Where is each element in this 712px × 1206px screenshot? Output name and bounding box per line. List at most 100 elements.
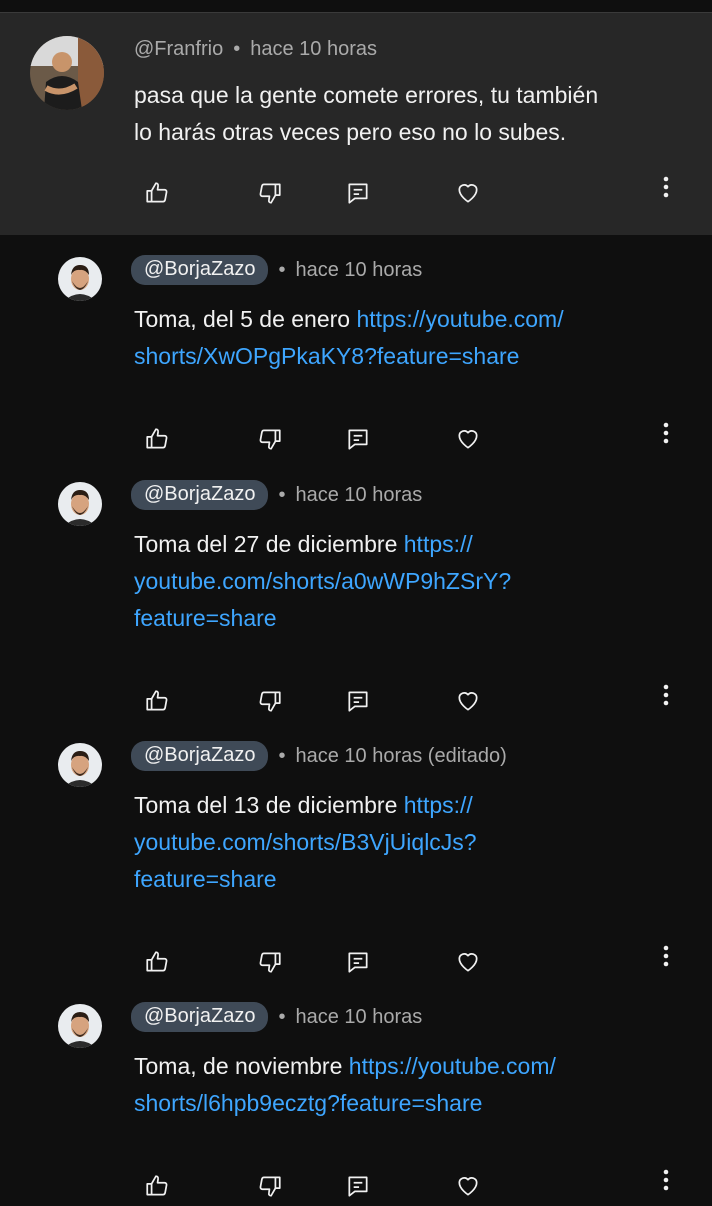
more-options-button[interactable] (656, 167, 676, 207)
comment-text-line: pasa que la gente comete errores, tu tam… (134, 82, 599, 108)
comment-link[interactable]: https://youtube.com/ (349, 1053, 556, 1079)
comment-text-line: feature=share (134, 600, 511, 637)
avatar[interactable] (58, 743, 102, 787)
heart-icon (458, 430, 478, 449)
comment-actions (0, 1166, 712, 1206)
comment-actions (0, 681, 712, 721)
separator-dot: • (278, 744, 286, 767)
more-options-button[interactable] (656, 413, 676, 453)
reply-button[interactable] (338, 1166, 378, 1206)
more-vert-icon (663, 684, 669, 706)
thumbs-up-icon (146, 182, 168, 203)
comment-text-segment: Toma, de noviembre (134, 1053, 349, 1079)
comment-text-line: Toma del 13 de diciembre https:// (134, 787, 477, 824)
heart-icon (458, 953, 478, 972)
more-options-button[interactable] (656, 1160, 676, 1200)
avatar[interactable] (58, 482, 102, 526)
comment-text-line: shorts/XwOPgPkaKY8?feature=share (134, 338, 564, 375)
author-handle-chip[interactable]: @BorjaZazo (131, 480, 269, 510)
parent-comment: @Franfrio • hace 10 horas pasa que la ge… (0, 13, 712, 235)
more-options-button[interactable] (656, 675, 676, 715)
comment-meta: @BorjaZazo • hace 10 horas (131, 255, 422, 285)
dislike-button[interactable] (250, 942, 290, 982)
thumbs-down-icon (259, 952, 281, 973)
more-vert-icon (663, 176, 669, 198)
separator-dot: • (233, 38, 241, 60)
dislike-button[interactable] (250, 681, 290, 721)
comment-link[interactable]: feature=share (134, 866, 277, 892)
comment-text-line: lo harás otras veces pero eso no lo sube… (134, 119, 567, 145)
heart-button[interactable] (448, 1166, 488, 1206)
comment-text-line: Toma del 27 de diciembre https:// (134, 526, 511, 563)
more-options-button[interactable] (656, 936, 676, 976)
comment-link[interactable]: shorts/XwOPgPkaKY8?feature=share (134, 343, 519, 369)
comment-text-line: shorts/l6hpb9ecztg?feature=share (134, 1085, 556, 1122)
comment-reply-icon (348, 952, 368, 973)
like-button[interactable] (137, 173, 177, 213)
separator-dot: • (278, 1005, 286, 1028)
thumbs-down-icon (259, 429, 281, 450)
comment-link[interactable]: https:// (404, 792, 473, 818)
comment-link[interactable]: feature=share (134, 605, 277, 631)
author-handle-chip[interactable]: @BorjaZazo (131, 741, 269, 771)
like-button[interactable] (137, 681, 177, 721)
author-handle-chip[interactable]: @BorjaZazo (131, 255, 269, 285)
separator-dot: • (278, 258, 286, 281)
reply-button[interactable] (338, 173, 378, 213)
thumbs-down-icon (259, 1176, 281, 1197)
dislike-button[interactable] (250, 1166, 290, 1206)
comment-text-segment: Toma del 27 de diciembre (134, 531, 404, 557)
author-handle[interactable]: @Franfrio (134, 38, 223, 61)
comment-link[interactable]: youtube.com/shorts/a0wWP9hZSrY? (134, 568, 511, 594)
comment-text: Toma, de noviembre https://youtube.com/s… (134, 1048, 556, 1122)
comment-actions (0, 419, 712, 459)
comment-time: hace 10 horas (295, 1005, 423, 1028)
comment-text: Toma del 13 de diciembre https:// youtube… (134, 787, 477, 898)
thumbs-up-icon (146, 951, 168, 972)
thumbs-down-icon (259, 183, 281, 204)
heart-icon (458, 184, 478, 203)
comment-text-line: Toma, del 5 de enero https://youtube.com… (134, 301, 564, 338)
avatar[interactable] (58, 1004, 102, 1048)
comment-text-segment: Toma, del 5 de enero (134, 306, 357, 332)
comment-text-line: youtube.com/shorts/a0wWP9hZSrY? (134, 563, 511, 600)
comment-link[interactable]: youtube.com/shorts/B3VjUiqlcJs? (134, 829, 477, 855)
comment-meta: @BorjaZazo • hace 10 horas (131, 1002, 422, 1032)
heart-button[interactable] (448, 173, 488, 213)
heart-button[interactable] (448, 942, 488, 982)
comment-link[interactable]: shorts/l6hpb9ecztg?feature=share (134, 1090, 482, 1116)
comment-meta: @Franfrio • hace 10 horas (134, 38, 377, 61)
avatar[interactable] (58, 257, 102, 301)
comment-reply-icon (348, 183, 368, 204)
comment-link[interactable]: https:// (404, 531, 473, 557)
heart-button[interactable] (448, 419, 488, 459)
thumbs-up-icon (146, 428, 168, 449)
thumbs-up-icon (146, 690, 168, 711)
thumbs-down-icon (259, 691, 281, 712)
comment-time: hace 10 horas (295, 258, 423, 281)
top-divider (0, 0, 712, 13)
comment-reply-icon (348, 691, 368, 712)
comment-link[interactable]: https://youtube.com/ (356, 306, 563, 332)
avatar[interactable] (30, 36, 104, 110)
separator-dot: • (278, 483, 286, 506)
comment-reply-icon (348, 429, 368, 450)
comment-text: Toma, del 5 de enero https://youtube.com… (134, 301, 564, 375)
like-button[interactable] (137, 1166, 177, 1206)
comment-actions (0, 173, 712, 213)
reply-button[interactable] (338, 942, 378, 982)
like-button[interactable] (137, 942, 177, 982)
like-button[interactable] (137, 419, 177, 459)
reply-button[interactable] (338, 681, 378, 721)
comment-time: hace 10 horas (editado) (295, 744, 507, 767)
comment-reply-icon (348, 1176, 368, 1197)
comment-meta: @BorjaZazo • hace 10 horas (131, 480, 422, 510)
comment-time: hace 10 horas (250, 38, 377, 60)
author-handle-chip[interactable]: @BorjaZazo (131, 1002, 269, 1032)
dislike-button[interactable] (250, 173, 290, 213)
dislike-button[interactable] (250, 419, 290, 459)
comment-text-line: youtube.com/shorts/B3VjUiqlcJs? (134, 824, 477, 861)
heart-icon (458, 692, 478, 711)
reply-button[interactable] (338, 419, 378, 459)
heart-button[interactable] (448, 681, 488, 721)
